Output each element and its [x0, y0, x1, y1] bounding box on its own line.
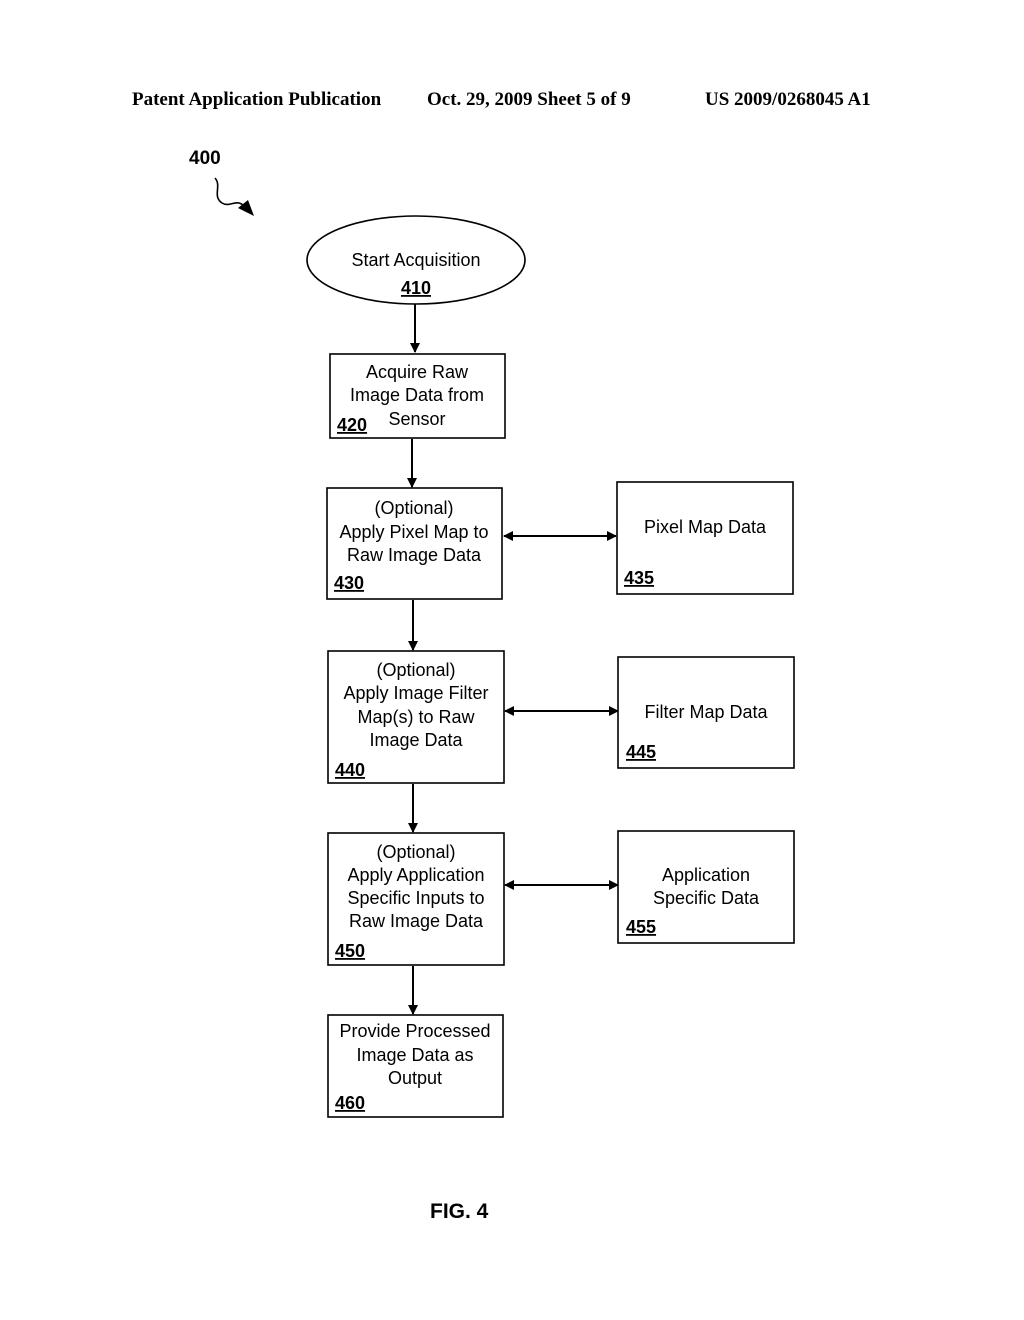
node-440-line-4: Image Data — [369, 730, 463, 750]
node-420-line-3: Sensor — [388, 409, 445, 429]
node-460-ref: 460 — [335, 1093, 365, 1113]
node-440-line-2: Apply Image Filter — [343, 683, 488, 703]
node-445: Filter Map Data 445 — [617, 656, 795, 769]
node-455: Application Specific Data 455 — [617, 830, 795, 944]
node-450-line-4: Raw Image Data — [349, 911, 484, 931]
node-455-line-1: Application — [662, 865, 750, 885]
figure-pointer-arrow — [214, 177, 245, 207]
node-450-line-3: Specific Inputs to — [347, 888, 484, 908]
node-410-ref: 410 — [401, 278, 431, 298]
node-440: (Optional) Apply Image Filter Map(s) to … — [327, 650, 505, 784]
node-445-line-1: Filter Map Data — [644, 702, 768, 722]
node-420-line-1: Acquire Raw — [366, 362, 469, 382]
figure-pointer-arrowhead — [238, 200, 254, 216]
node-435-ref: 435 — [624, 568, 654, 588]
node-450-ref: 450 — [335, 941, 365, 961]
node-440-line-3: Map(s) to Raw — [357, 707, 475, 727]
node-440-line-1: (Optional) — [376, 660, 455, 680]
flowchart: Start Acquisition 410 Acquire Raw Image … — [214, 177, 795, 1118]
node-430: (Optional) Apply Pixel Map to Raw Image … — [326, 487, 503, 600]
node-460-line-3: Output — [388, 1068, 442, 1088]
node-430-line-2: Apply Pixel Map to — [339, 522, 488, 542]
node-410-text: Start Acquisition — [351, 250, 480, 270]
node-435: Pixel Map Data 435 — [616, 481, 794, 595]
figure-label: FIG. 4 — [430, 1200, 489, 1223]
node-455-ref: 455 — [626, 917, 656, 937]
node-455-line-2: Specific Data — [653, 888, 760, 908]
node-440-ref: 440 — [335, 760, 365, 780]
node-420-line-2: Image Data from — [350, 385, 484, 405]
node-460-line-1: Provide Processed — [339, 1021, 490, 1041]
node-445-ref: 445 — [626, 742, 656, 762]
node-430-line-1: (Optional) — [374, 498, 453, 518]
node-450: (Optional) Apply Application Specific In… — [327, 832, 505, 966]
node-460: Provide Processed Image Data as Output 4… — [327, 1014, 504, 1118]
node-435-line-1: Pixel Map Data — [644, 517, 767, 537]
node-460-line-2: Image Data as — [356, 1045, 473, 1065]
node-450-line-1: (Optional) — [376, 842, 455, 862]
node-420: Acquire Raw Image Data from Sensor 420 — [329, 353, 506, 439]
node-420-ref: 420 — [337, 415, 367, 435]
node-430-ref: 430 — [334, 573, 364, 593]
node-430-line-3: Raw Image Data — [347, 545, 482, 565]
node-450-line-2: Apply Application — [347, 865, 484, 885]
node-410: Start Acquisition 410 — [306, 215, 526, 305]
